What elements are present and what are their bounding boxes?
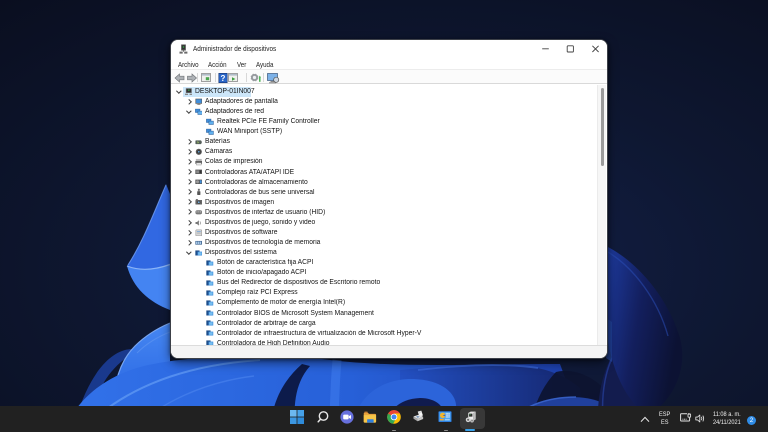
svg-text:?: ? <box>221 74 226 83</box>
